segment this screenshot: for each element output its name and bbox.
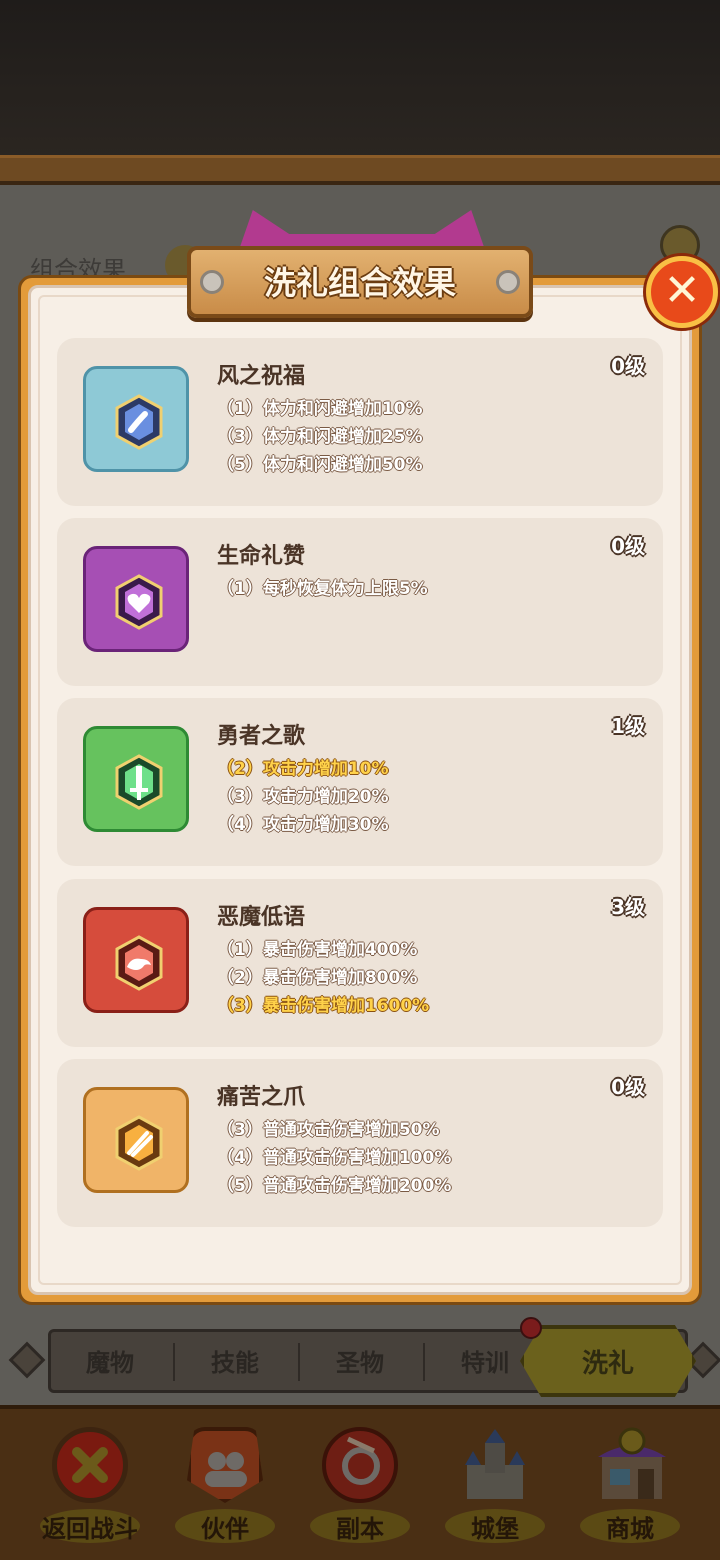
background-scene: [0, 0, 720, 160]
card-effect-line: （2）暴击伤害增加800%: [217, 968, 418, 988]
card-level: 3级: [611, 895, 645, 919]
card-effect-line: （5）普通攻击伤害增加200%: [217, 1176, 452, 1196]
wind-blessing-icon: [83, 366, 189, 472]
tab-separator: [173, 1343, 175, 1381]
card-effect-line: （1）体力和闪避增加10%: [217, 399, 423, 419]
nav-label: 商城: [606, 1515, 654, 1543]
tab-skill[interactable]: 技能: [180, 1343, 290, 1378]
nav-shop[interactable]: 商城: [565, 1409, 695, 1559]
card-effect-line: （3）普通攻击伤害增加50%: [217, 1120, 440, 1140]
nav-dungeon[interactable]: 副本: [295, 1409, 425, 1559]
shop-icon: [592, 1427, 668, 1503]
castle-icon: [457, 1427, 533, 1503]
claw-icon: [83, 1087, 189, 1193]
bottom-navigation: 返回战斗 伙伴 副本 城堡 商城: [0, 1405, 720, 1560]
card-level: 0级: [611, 534, 645, 558]
card-effect-line: （1）每秒恢复体力上限5%: [217, 579, 428, 599]
tab-relic[interactable]: 圣物: [305, 1343, 415, 1378]
nav-label: 城堡: [471, 1515, 519, 1543]
card-title: 恶魔低语: [217, 905, 306, 930]
card-effect-line: （4）普通攻击伤害增加100%: [217, 1148, 452, 1168]
dungeon-icon: [322, 1427, 398, 1503]
card-title: 勇者之歌: [217, 724, 306, 749]
nav-castle[interactable]: 城堡: [430, 1409, 560, 1559]
sword-icon: [83, 726, 189, 832]
nav-label: 伙伴: [201, 1515, 249, 1543]
combo-card-hero: 勇者之歌 1级 （2）攻击力增加10% （3）攻击力增加20% （4）攻击力增加…: [57, 698, 663, 866]
background-wood-bar: [0, 155, 720, 185]
card-level: 0级: [611, 354, 645, 378]
card-effect-line: （3）攻击力增加20%: [217, 787, 389, 807]
card-title: 风之祝福: [217, 364, 306, 389]
card-effect-line-active: （2）攻击力增加10%: [217, 759, 389, 779]
heart-icon: [83, 546, 189, 652]
nav-label: 返回战斗: [42, 1515, 138, 1543]
card-title: 生命礼赞: [217, 544, 306, 569]
nav-return-battle[interactable]: 返回战斗: [25, 1409, 155, 1559]
card-title: 痛苦之爪: [217, 1085, 306, 1110]
category-tabbar: 魔物 技能 圣物 特训 洗礼: [8, 1317, 720, 1397]
close-button[interactable]: ✕: [646, 256, 718, 328]
tab-separator: [298, 1343, 300, 1381]
tab-baptism[interactable]: 洗礼: [520, 1343, 696, 1380]
card-level: 1级: [611, 714, 645, 738]
card-level: 0级: [611, 1075, 645, 1099]
combo-card-demon: 恶魔低语 3级 （1）暴击伤害增加400% （2）暴击伤害增加800% （3）暴…: [57, 879, 663, 1047]
card-effect-line: （5）体力和闪避增加50%: [217, 455, 423, 475]
card-effect-line-active: （3）暴击伤害增加1600%: [217, 996, 430, 1016]
close-icon: ✕: [663, 265, 701, 316]
card-effect-line: （1）暴击伤害增加400%: [217, 940, 418, 960]
card-effect-line: （3）体力和闪避增加25%: [217, 427, 423, 447]
tab-monster[interactable]: 魔物: [55, 1343, 165, 1378]
combo-card-claw: 痛苦之爪 0级 （3）普通攻击伤害增加50% （4）普通攻击伤害增加100% （…: [57, 1059, 663, 1227]
tab-separator: [423, 1343, 425, 1381]
demon-hand-icon: [83, 907, 189, 1013]
notification-dot: [520, 1317, 542, 1339]
combo-card-wind: 风之祝福 0级 （1）体力和闪避增加10% （3）体力和闪避增加25% （5）体…: [57, 338, 663, 506]
combo-card-life: 生命礼赞 0级 （1）每秒恢复体力上限5%: [57, 518, 663, 686]
modal-title: 洗礼组合效果: [263, 264, 456, 302]
nav-partner[interactable]: 伙伴: [160, 1409, 290, 1559]
card-effect-line: （4）攻击力增加30%: [217, 815, 389, 835]
return-battle-icon: [52, 1427, 128, 1503]
nav-label: 副本: [336, 1515, 384, 1543]
partner-icon: [187, 1427, 263, 1503]
